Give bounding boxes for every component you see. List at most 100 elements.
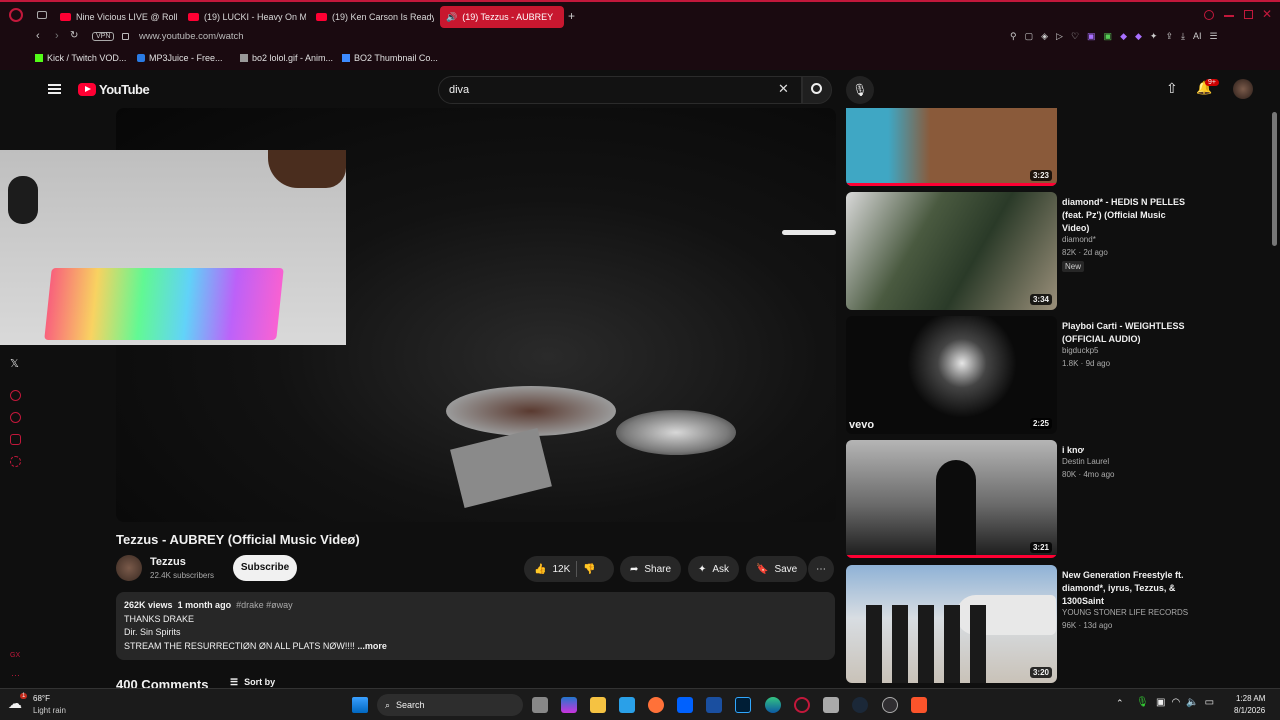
extension-purple2-icon[interactable]: ◆ [1135,31,1142,42]
steam-icon[interactable] [852,697,868,713]
bookmark-kick[interactable]: Kick / Twitch VOD... [35,53,126,63]
video-thumbnail[interactable]: vevo 2:25 [846,316,1057,434]
battery-icon[interactable]: ▭ [1205,697,1214,708]
opera-gx-logo-icon[interactable] [9,8,23,22]
recommendation-title[interactable]: Playboi Carti - WEIGHTLESS (OFFICIAL AUD… [1062,320,1192,346]
bookmark-bo2-thumbnail[interactable]: BO2 Thumbnail Co... [342,53,438,63]
recommendation-channel[interactable]: diamond* [1062,235,1096,244]
edge-icon[interactable] [765,697,781,713]
app-blue-icon[interactable] [706,697,722,713]
task-view-icon[interactable] [532,697,548,713]
clock-date[interactable]: 8/1/2026 [1234,706,1265,715]
ai-icon[interactable]: AI [1193,31,1202,42]
extensions-icon[interactable] [10,434,21,445]
dropbox-icon[interactable] [677,697,693,713]
save-button[interactable]: 🔖 Save [746,556,808,582]
player-icon[interactable] [10,390,21,401]
tab-ken-carson[interactable]: (19) Ken Carson Is Ready t [310,6,434,28]
heart-icon[interactable]: ♡ [1071,31,1079,42]
tab-list-icon[interactable] [37,11,47,19]
video-thumbnail[interactable]: 3:23 [846,108,1057,186]
photoshop-icon[interactable] [735,697,751,713]
recommendation-card[interactable]: 3:21 i knơ Destin Laurel 80K · 4mo ago [846,440,1266,560]
like-button[interactable]: 👍 12K [524,564,570,575]
recommendation-title[interactable]: i knơ [1062,444,1192,457]
tab-nine-vicious[interactable]: Nine Vicious LIVE @ Rolling [54,6,178,28]
extension-green-icon[interactable]: ▣ [1104,31,1113,42]
taskbar-search[interactable]: ⌕ Search [377,694,523,716]
youtube-logo[interactable]: YouTube [78,82,150,97]
recommendation-card[interactable]: 3:34 diamond* - HEDIS N PELLES (feat. Pz… [846,192,1266,312]
close-window-button[interactable]: ✕ [1262,7,1272,21]
file-explorer-icon[interactable] [590,697,606,713]
back-icon[interactable]: ‹ [36,30,40,42]
sort-by-button[interactable]: ☰ Sort by [230,677,275,688]
video-thumbnail[interactable]: 3:20 [846,565,1057,683]
description-box[interactable]: 262K views 1 month ago #drake #øway THAN… [116,592,835,660]
play-icon[interactable]: ▷ [1056,31,1063,42]
share-icon[interactable]: ⇪ [1165,31,1173,42]
reload-icon[interactable]: ↻ [70,30,78,41]
wifi-icon[interactable]: ◠ [1171,697,1180,708]
bookmark-bo2-gif[interactable]: bo2 lolol.gif - Anim... [240,53,333,63]
video-thumbnail[interactable]: 3:21 [846,440,1057,558]
ask-button[interactable]: ✦ Ask [688,556,740,582]
recommendation-card[interactable]: vevo 2:25 Playboi Carti - WEIGHTLESS (OF… [846,316,1266,436]
url-field[interactable]: www.youtube.com/watch [139,31,244,42]
vpn-badge[interactable]: VPN [92,32,115,41]
bookmark-mp3juice[interactable]: MP3Juice - Free... [137,53,223,63]
channel-avatar[interactable] [116,555,142,581]
tab-tezzus-active[interactable]: 🔊 (19) Tezzus - AUBREY [440,6,564,28]
obs-icon[interactable] [882,697,898,713]
volume-icon[interactable]: 🔈 [1186,697,1198,708]
recommendation-title[interactable]: diamond* - HEDIS N PELLES (feat. Pz') (O… [1062,196,1192,235]
twitch-icon[interactable]: ▣ [1087,31,1096,42]
extension-purple-icon[interactable]: ◆ [1120,31,1127,42]
puzzle-icon[interactable]: ✦ [1150,31,1158,42]
page-scrollbar[interactable] [1272,112,1277,246]
mic-tray-icon[interactable]: 🎙 [1136,697,1149,708]
more-link[interactable]: ...more [357,641,387,651]
maximize-button[interactable] [1244,10,1253,19]
brave-icon[interactable] [911,697,927,713]
history-icon[interactable] [10,412,21,423]
recommendation-title[interactable]: New Generation Freestyle ft. diamond*, i… [1062,569,1192,608]
avatar[interactable] [1233,79,1253,99]
copilot-icon[interactable] [561,697,577,713]
search-input[interactable]: diva [438,76,802,104]
forward-icon[interactable]: › [55,30,59,42]
tab-lucki[interactable]: (19) LUCKI - Heavy On My [182,6,306,28]
download-icon[interactable]: ⤓ [1181,31,1185,42]
recommendation-channel[interactable]: YOUNG STONER LIFE RECORDS [1062,608,1188,617]
recommendation-channel[interactable]: bigduckp5 [1062,346,1098,355]
recommendation-card[interactable]: 3:20 New Generation Freestyle ft. diamon… [846,565,1266,685]
search-tabs-icon[interactable] [1204,10,1214,20]
dislike-button[interactable]: 👎 [583,564,595,575]
video-thumbnail[interactable]: 3:34 [846,192,1057,310]
app-generic-icon[interactable] [823,697,839,713]
search-button[interactable] [802,76,832,104]
upload-icon[interactable]: ⇧ [1166,80,1178,97]
app-tray-icon[interactable]: ▣ [1156,697,1165,708]
recommendation-channel[interactable]: Destin Laurel [1062,457,1109,466]
channel-name[interactable]: Tezzus [150,556,186,568]
minimize-button[interactable] [1224,15,1234,17]
pin-icon[interactable]: ⚲ [1010,31,1017,42]
clear-search-icon[interactable]: ✕ [778,81,789,97]
windows-start-icon[interactable] [352,697,368,713]
share-button[interactable]: ➦ Share [620,556,682,582]
ms-store-icon[interactable] [619,697,635,713]
snapshot-icon[interactable]: ▢ [1025,31,1034,42]
speaker-icon[interactable]: 🔊 [446,12,457,23]
recommendation-card[interactable]: 3:23 [846,108,1266,188]
settings-gear-icon[interactable] [10,456,21,467]
tray-overflow-icon[interactable]: ⌃ [1116,698,1124,709]
clock-time[interactable]: 1:28 AM [1236,694,1265,703]
firefox-icon[interactable] [648,697,664,713]
x-twitter-icon[interactable]: 𝕏 [10,357,19,370]
voice-search-icon[interactable]: 🎙 [846,76,874,104]
new-tab-button[interactable]: + [568,9,575,23]
more-dots-icon[interactable]: ··· [11,670,20,680]
shield-icon[interactable]: ◈ [1041,31,1048,42]
menu-icon[interactable]: ☰ [1210,31,1218,42]
